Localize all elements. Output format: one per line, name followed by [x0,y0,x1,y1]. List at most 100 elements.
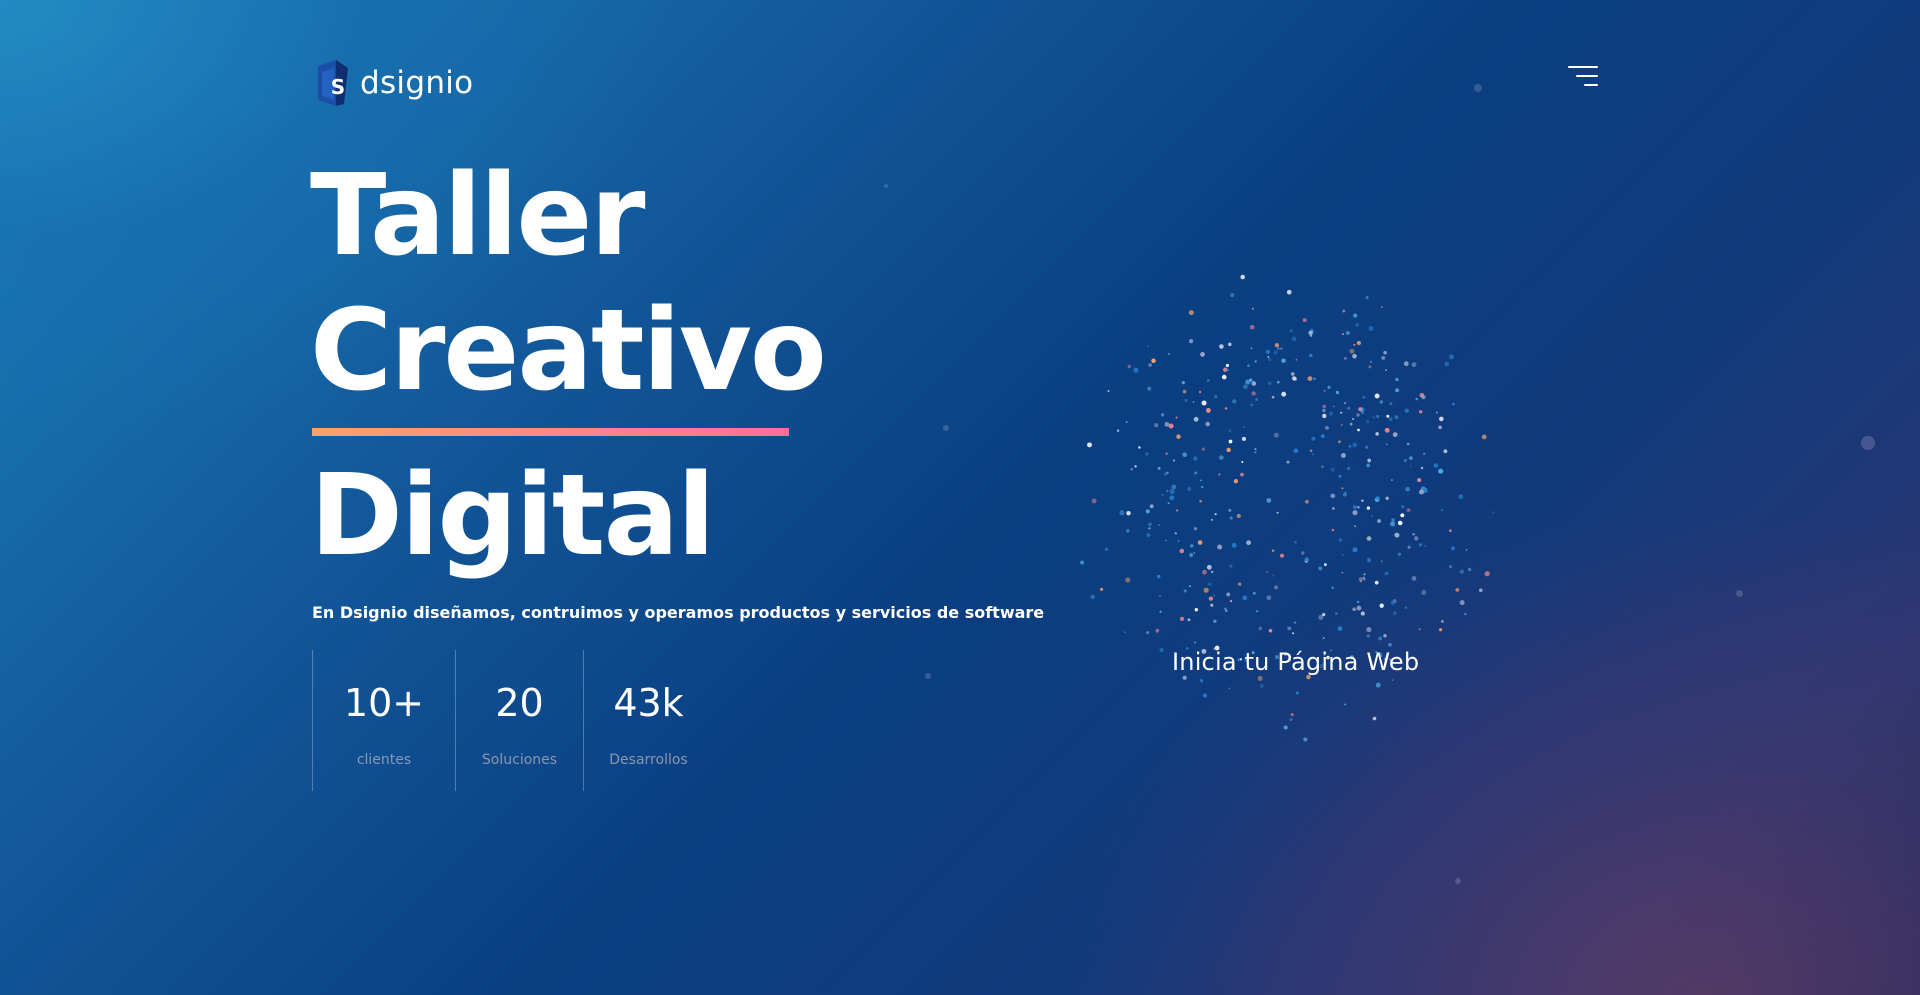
particle-dot [1214,513,1217,516]
particle-dot [1331,528,1335,532]
particle-dot [1155,628,1160,633]
particle-dot [1341,571,1344,574]
particle-dot [1390,479,1393,482]
particle-dot [1156,574,1161,579]
hero-title-line-3: Digital [310,451,715,581]
hamburger-menu-icon[interactable] [1568,66,1598,90]
particle-dot [1210,603,1214,607]
particle-dot [1423,452,1426,455]
particle-dot [1146,533,1151,537]
particle-dot [1147,386,1152,391]
particle-dot [1377,519,1381,523]
particle-dot [1365,296,1369,300]
particle-dot [1226,592,1231,597]
particle-dot [1444,361,1450,367]
particle-dot [1165,539,1168,542]
particle-dot [1149,504,1154,509]
decorative-dot [884,184,888,188]
particle-dot [1250,347,1253,350]
particle-dot [1356,600,1360,604]
particle-dot [1202,693,1208,698]
particle-dot [1451,546,1455,551]
particle-dot [1201,447,1205,451]
particle-dot [1148,527,1151,530]
particle-dot [1281,358,1286,363]
particle-dot [1392,611,1397,616]
particle-dot [1164,421,1170,427]
stat-clientes: 10+ clientes [312,650,455,791]
particle-dot [1165,452,1168,455]
particle-dot [1116,429,1120,432]
particle-dot [1348,444,1352,448]
particle-dot [1225,363,1230,368]
particle-dot [1344,357,1347,360]
particle-dot [1087,442,1092,448]
particle-dot [1420,466,1424,470]
particle-dot [1223,367,1228,372]
particle-dot [1213,619,1217,623]
particle-dot [1119,510,1125,516]
particle-dot [1406,508,1411,513]
particle-dot [1308,330,1313,336]
particle-dot [1381,306,1383,308]
particle-dot [1157,466,1161,470]
particle-dot [1366,536,1372,541]
particle-dot [1240,472,1244,477]
particle-dot [1273,350,1278,355]
particle-dot [1159,610,1162,613]
particle-dot [1340,411,1343,414]
particle-dot [1169,495,1175,501]
particle-dot [1362,576,1366,580]
particle-dot [1388,642,1392,647]
particle-dot [1388,417,1393,422]
particle-dot [1352,607,1356,611]
particle-dot [1293,621,1297,624]
particle-dot [1406,442,1410,446]
particle-dot [1352,418,1355,421]
particle-dot [1376,495,1380,500]
particle-dot [1208,596,1214,601]
particle-dot [1193,416,1199,422]
particle-dot [1409,465,1412,468]
particle-dot [1301,551,1305,555]
particle-dot [1443,449,1448,454]
decorative-dot [943,425,949,431]
particle-dot [1259,683,1264,688]
particle-dot [1187,618,1191,622]
particle-dot [1226,447,1231,453]
particle-dot [1192,401,1195,403]
stat-value: 43k [613,681,684,725]
particle-dot [1179,616,1185,622]
particle-dot [1251,391,1256,396]
particle-dot [1369,360,1373,364]
particle-dot [1224,407,1228,410]
particle-dot [1167,502,1170,505]
decorative-dot [925,673,931,679]
particle-dot [1380,560,1383,563]
particle-dot [1338,474,1342,478]
particle-dot [1268,628,1273,633]
particle-dot [1183,589,1187,593]
particle-dot [1340,453,1346,458]
particle-dot [1230,293,1235,298]
particle-dot [1290,713,1294,717]
particle-dot [1125,577,1131,583]
particle-dot [1358,577,1363,582]
stat-label: Soluciones [481,752,558,768]
particle-dot [1228,429,1231,432]
particle-dot [1188,310,1194,316]
particle-dot [1193,456,1198,461]
hero-title-line-1: Taller [310,151,646,281]
particle-dot [1229,516,1233,520]
brand-logo[interactable]: S dsignio [314,60,473,106]
particle-dot [1273,432,1279,438]
particle-dot [1353,313,1358,318]
particle-dot [1311,436,1316,441]
particle-dot [1224,607,1227,610]
particle-dot [1372,416,1375,419]
particle-dot [1189,553,1194,558]
particle-dot [1187,487,1192,491]
particle-dot [1289,718,1293,721]
start-website-button[interactable]: Inicia tu Página Web [1172,648,1419,676]
particle-dot [1407,545,1411,549]
